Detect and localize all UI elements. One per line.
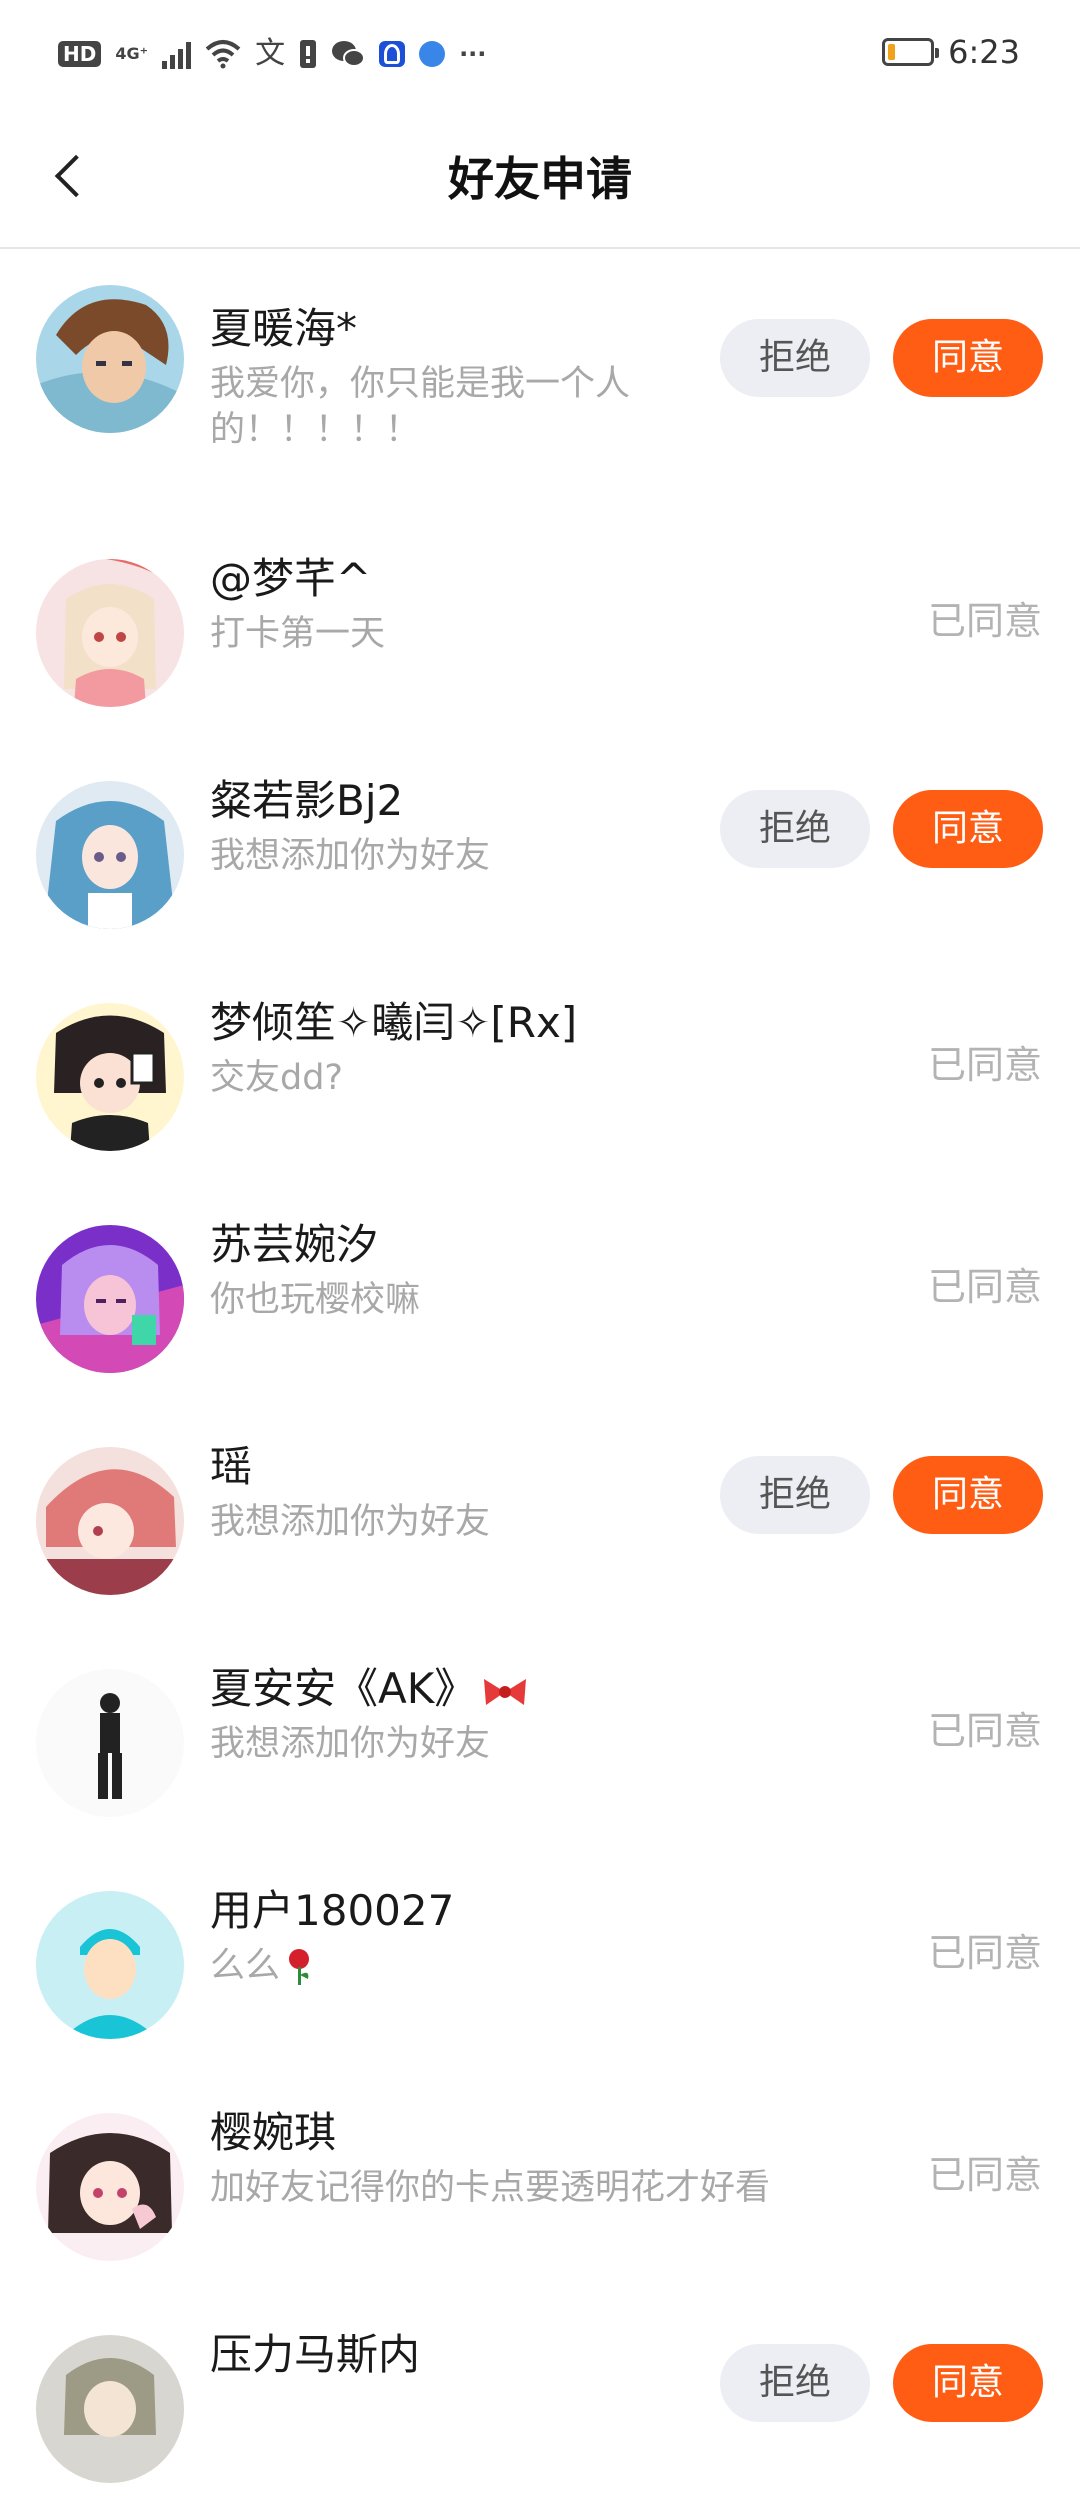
request-name: 用户180027 xyxy=(210,1886,455,1935)
agreed-status: 已同意 xyxy=(927,599,1042,643)
request-row[interactable]: 樱婉琪 加好友记得你的卡点要透明花才好看 已同意 xyxy=(0,2077,1080,2299)
reject-button[interactable]: 拒绝 xyxy=(720,790,870,868)
avatar[interactable] xyxy=(36,1669,184,1817)
wechat-icon xyxy=(332,41,366,67)
agree-button[interactable]: 同意 xyxy=(893,2344,1043,2422)
request-row[interactable]: 粲若影Bj2 我想添加你为好友 拒绝 同意 xyxy=(0,745,1080,967)
request-name: 夏安安《AK》 xyxy=(210,1663,528,1715)
nav-header: 好友申请 xyxy=(0,105,1080,249)
sim-icon xyxy=(300,40,317,68)
request-row[interactable]: @梦芊^ 打卡第一天 已同意 xyxy=(0,523,1080,745)
browser-app-icon xyxy=(419,41,446,67)
battery-icon xyxy=(882,38,940,66)
request-message: 我爱你，你只能是我一个人的！！！！！ xyxy=(210,364,631,450)
request-message: 么么 xyxy=(210,1943,710,1989)
avatar[interactable] xyxy=(36,2113,184,2261)
request-row[interactable]: 夏暖海* 我爱你，你只能是我一个人的！！！！！ 拒绝 同意 xyxy=(0,249,1080,523)
request-row[interactable]: 夏安安《AK》 我想添加你为好友 已同意 xyxy=(0,1633,1080,1855)
rose-emoji-icon xyxy=(289,1949,310,1985)
agree-button[interactable]: 同意 xyxy=(893,319,1043,397)
agreed-status: 已同意 xyxy=(927,1265,1042,1309)
request-name: 梦倾笙✧曦闫✧[Rx] xyxy=(210,998,578,1047)
status-icons-right: 6:23 xyxy=(882,30,1020,74)
reject-button[interactable]: 拒绝 xyxy=(720,319,870,397)
request-row[interactable]: 用户180027 么么 已同意 xyxy=(0,1855,1080,2077)
reject-button[interactable]: 拒绝 xyxy=(720,2344,870,2422)
request-message: 交友dd? xyxy=(210,1058,344,1098)
request-row[interactable]: 瑶 我想添加你为好友 拒绝 同意 xyxy=(0,1411,1080,1633)
request-name: 樱婉琪 xyxy=(210,2108,337,2157)
request-message: 我想添加你为好友 xyxy=(210,1724,491,1764)
clock: 6:23 xyxy=(948,33,1020,71)
agreed-status: 已同意 xyxy=(927,1931,1042,1975)
request-name: 粲若影Bj2 xyxy=(210,776,404,825)
status-bar: HD 4G⁺ 文 ··· 6:23 xyxy=(0,0,1080,105)
battery-level xyxy=(888,44,896,60)
avatar[interactable] xyxy=(36,2335,184,2483)
avatar[interactable] xyxy=(36,781,184,929)
request-name: @梦芊^ xyxy=(210,554,372,603)
agreed-status: 已同意 xyxy=(927,1709,1042,1753)
request-name: 瑶 xyxy=(210,1442,253,1491)
request-message: 你也玩樱校嘛 xyxy=(210,1280,421,1320)
request-name: 夏暖海* xyxy=(210,304,358,353)
request-message: 我想添加你为好友 xyxy=(210,1502,491,1542)
avatar[interactable] xyxy=(36,1003,184,1151)
request-message: 加好友记得你的卡点要透明花才好看 xyxy=(210,2168,771,2208)
status-icons-left: HD 4G⁺ 文 ··· xyxy=(58,34,486,74)
request-row[interactable]: 压力马斯内 拒绝 同意 xyxy=(0,2299,1080,2499)
avatar[interactable] xyxy=(36,1225,184,1373)
more-icon: ··· xyxy=(459,40,487,68)
reject-button[interactable]: 拒绝 xyxy=(720,1456,870,1534)
agree-button[interactable]: 同意 xyxy=(893,1456,1043,1534)
request-row[interactable]: 梦倾笙✧曦闫✧[Rx] 交友dd? 已同意 xyxy=(0,967,1080,1189)
agreed-status: 已同意 xyxy=(927,2153,1042,2197)
agree-button[interactable]: 同意 xyxy=(893,790,1043,868)
translate-icon: 文 xyxy=(255,36,286,71)
request-name: 压力马斯内 xyxy=(210,2330,421,2379)
avatar[interactable] xyxy=(36,559,184,707)
signal-icon xyxy=(162,39,192,69)
request-message: 打卡第一天 xyxy=(210,614,386,654)
request-name: 苏芸婉汐 xyxy=(210,1220,379,1269)
avatar[interactable] xyxy=(36,1891,184,2039)
request-row[interactable]: 苏芸婉汐 你也玩樱校嘛 已同意 xyxy=(0,1189,1080,1411)
wifi-icon xyxy=(205,40,241,69)
agreed-status: 已同意 xyxy=(927,1043,1042,1087)
network-type: 4G⁺ xyxy=(115,44,149,63)
bulb-app-icon xyxy=(379,41,406,67)
friend-request-list: 夏暖海* 我爱你，你只能是我一个人的！！！！！ 拒绝 同意 @梦芊^ 打卡第一天… xyxy=(0,249,1080,2499)
avatar[interactable] xyxy=(36,1447,184,1595)
request-message: 我想添加你为好友 xyxy=(210,836,491,876)
hd-icon: HD xyxy=(58,41,102,67)
bow-emoji-icon xyxy=(484,1678,527,1705)
avatar[interactable] xyxy=(36,285,184,433)
page-title: 好友申请 xyxy=(448,152,632,206)
